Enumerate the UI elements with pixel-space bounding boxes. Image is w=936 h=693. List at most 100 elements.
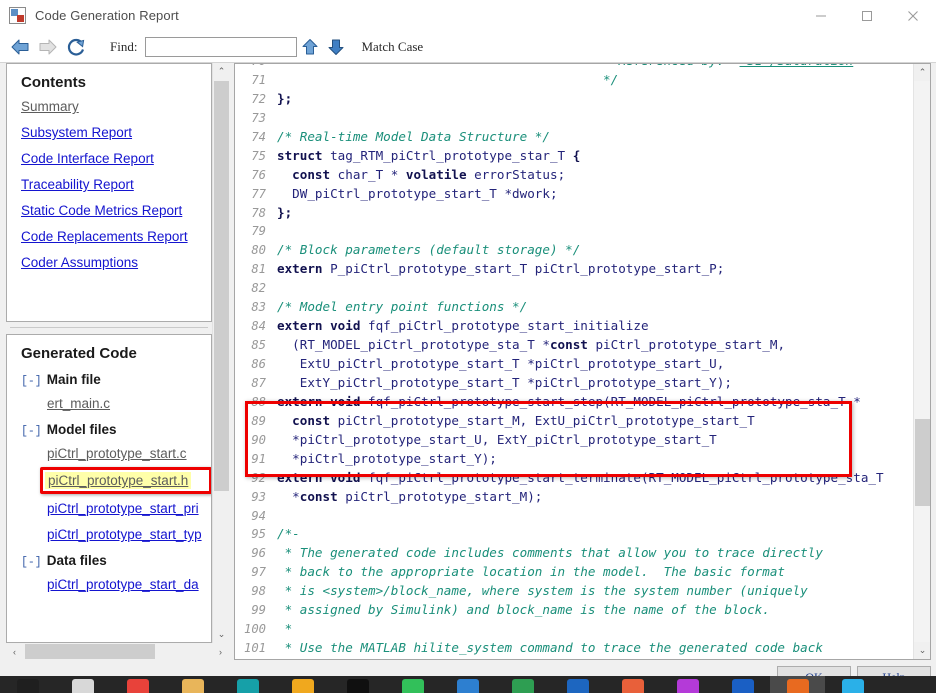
taskbar-item-16[interactable]: [825, 676, 880, 693]
close-icon[interactable]: [890, 0, 936, 31]
scroll-down-icon[interactable]: ⌄: [213, 626, 230, 643]
code-line: 74 /* Real-time Model Data Structure */: [235, 128, 913, 147]
code-token: };: [277, 90, 293, 106]
back-arrow-icon[interactable]: [6, 33, 34, 61]
scrollbar-thumb[interactable]: [214, 81, 229, 491]
taskbar-item-1[interactable]: [0, 676, 55, 693]
code-token: *: [277, 64, 618, 68]
code-token: extern void: [277, 393, 361, 409]
collapse-toggle-icon[interactable]: [-]: [21, 425, 42, 438]
taskbar-item-12[interactable]: [605, 676, 660, 693]
group-main-file[interactable]: [-] Main file: [21, 372, 211, 388]
taskbar-app-icon: [786, 679, 809, 693]
maximize-icon[interactable]: [844, 0, 890, 31]
sidebar-item-traceability-report[interactable]: Traceability Report: [21, 177, 211, 192]
code-comment-link[interactable]: <S1>/Saturation: [740, 64, 854, 68]
line-number: 92: [251, 470, 266, 485]
taskbar-app-icon: [126, 679, 149, 693]
code-token: const: [292, 166, 331, 182]
sidebar-horizontal-scrollbar[interactable]: ‹ ›: [6, 643, 229, 660]
code-line: 79: [235, 222, 913, 241]
code-line: 93 *const piCtrl_prototype_start_M);: [235, 488, 913, 507]
taskbar-item-8[interactable]: [385, 676, 440, 693]
line-number: 79: [251, 224, 266, 239]
taskbar-item-11[interactable]: [550, 676, 605, 693]
taskbar-app-icon: [621, 679, 644, 693]
taskbar: [0, 676, 936, 693]
code-vertical-scrollbar[interactable]: ⌃ ⌄: [913, 64, 930, 659]
sidebar-item-code-replacements-report[interactable]: Code Replacements Report: [21, 229, 211, 244]
collapse-toggle-icon[interactable]: [-]: [21, 375, 42, 388]
generated-code-panel: Generated Code [-] Main file ert_main.c […: [6, 334, 212, 643]
group-data-files[interactable]: [-] Data files: [21, 553, 211, 569]
refresh-icon[interactable]: [62, 33, 90, 61]
sidebar-vertical-scrollbar[interactable]: ⌃ ⌄: [212, 63, 230, 643]
scrollbar-thumb[interactable]: [25, 644, 155, 659]
line-number: 71: [251, 72, 266, 87]
taskbar-item-9[interactable]: [440, 676, 495, 693]
code-line: 73: [235, 109, 913, 128]
code-line: 98 * is <system>/block_name, where syste…: [235, 582, 913, 601]
panel-divider: [10, 327, 208, 328]
taskbar-item-15[interactable]: [770, 676, 825, 693]
code-line: 92 extern void fqf_piCtrl_prototype_start…: [235, 469, 913, 488]
scroll-up-icon[interactable]: ⌃: [914, 64, 930, 81]
find-next-icon[interactable]: [323, 33, 349, 61]
scrollbar-thumb[interactable]: [915, 419, 930, 506]
sidebar-item-static-code-metrics-report[interactable]: Static Code Metrics Report: [21, 203, 211, 218]
minimize-icon[interactable]: [798, 0, 844, 31]
search-input[interactable]: [145, 36, 298, 57]
taskbar-item-4[interactable]: [165, 676, 220, 693]
taskbar-item-3[interactable]: [110, 676, 165, 693]
taskbar-app-icon: [456, 679, 479, 693]
code-token: *piCtrl_prototype_start_Y);: [277, 450, 497, 466]
file-link-ert-main-c[interactable]: ert_main.c: [47, 396, 211, 411]
code-line: 80 /* Block parameters (default storage) …: [235, 241, 913, 260]
file-link-pictrl-prototype-start-h[interactable]: piCtrl_prototype_start.h: [45, 472, 192, 489]
file-link-pictrl-prototype-start-types[interactable]: piCtrl_prototype_start_typ: [47, 527, 211, 542]
selected-file-row: piCtrl_prototype_start.h: [7, 467, 211, 494]
collapse-toggle-icon[interactable]: [-]: [21, 556, 42, 569]
file-link-pictrl-prototype-start-private[interactable]: piCtrl_prototype_start_pri: [47, 501, 211, 516]
code-scroll-host[interactable]: 70 * Referenced by: <S1>/Saturation71 */…: [235, 64, 913, 659]
code-token: errorStatus;: [466, 166, 566, 182]
sidebar-item-coder-assumptions[interactable]: Coder Assumptions: [21, 255, 211, 270]
taskbar-item-14[interactable]: [715, 676, 770, 693]
sidebar-item-subsystem-report[interactable]: Subsystem Report: [21, 125, 211, 140]
group-model-files[interactable]: [-] Model files: [21, 422, 211, 438]
window-controls: [798, 0, 936, 31]
scroll-right-icon[interactable]: ›: [212, 643, 229, 660]
sidebar: Contents Summary Subsystem Report Code I…: [6, 63, 230, 660]
code-line: 71 */: [235, 71, 913, 90]
taskbar-item-6[interactable]: [275, 676, 330, 693]
taskbar-item-5[interactable]: [220, 676, 275, 693]
taskbar-item-7[interactable]: [330, 676, 385, 693]
line-number: 76: [251, 167, 266, 182]
line-number: 72: [251, 91, 266, 106]
sidebar-item-code-interface-report[interactable]: Code Interface Report: [21, 151, 211, 166]
taskbar-item-10[interactable]: [495, 676, 550, 693]
code-line: 78};: [235, 204, 913, 223]
taskbar-app-icon: [291, 679, 314, 693]
code-token: struct: [277, 147, 323, 163]
taskbar-item-2[interactable]: [55, 676, 110, 693]
line-number: 70: [235, 64, 277, 71]
sidebar-item-summary[interactable]: Summary: [21, 99, 211, 114]
title-bar: Code Generation Report: [0, 0, 936, 31]
code-token: {: [572, 147, 581, 163]
scroll-left-icon[interactable]: ‹: [6, 643, 23, 660]
code-line: 87 ExtY_piCtrl_prototype_start_T *piCtrl…: [235, 374, 913, 393]
line-number: 87: [251, 375, 266, 390]
code-line: 89 const piCtrl_prototype_start_M, ExtU_…: [235, 412, 913, 431]
match-case-label[interactable]: Match Case: [361, 39, 423, 55]
find-previous-icon[interactable]: [297, 33, 323, 61]
file-link-pictrl-prototype-start-data[interactable]: piCtrl_prototype_start_da: [47, 577, 211, 592]
line-number: 85: [251, 338, 266, 353]
code-line: 83 /* Model entry point functions */: [235, 298, 913, 317]
scroll-up-icon[interactable]: ⌃: [213, 63, 230, 80]
file-link-pictrl-prototype-start-c[interactable]: piCtrl_prototype_start.c: [47, 446, 211, 461]
scroll-down-icon[interactable]: ⌄: [914, 642, 930, 659]
taskbar-item-13[interactable]: [660, 676, 715, 693]
line-number: 94: [251, 508, 266, 523]
code-listing: 70 * Referenced by: <S1>/Saturation71 */…: [235, 64, 913, 658]
